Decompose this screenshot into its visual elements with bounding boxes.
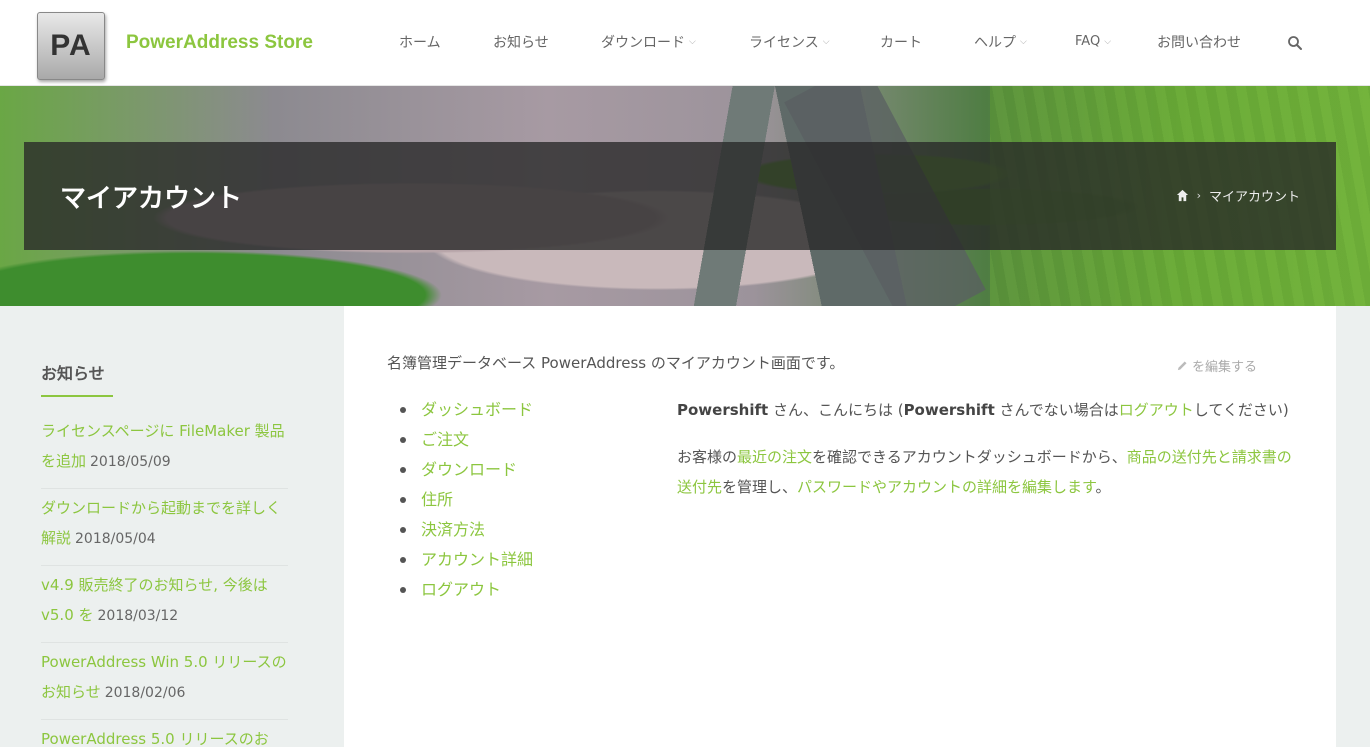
chevron-down-icon: ⌵ — [822, 37, 830, 47]
right-gutter — [1336, 306, 1370, 747]
hero-title-bar: マイアカウント › マイアカウント — [24, 142, 1336, 250]
nav-item-help[interactable]: ヘルプ ⌵ — [974, 32, 1027, 52]
main-nav: ホーム お知らせ ダウンロード ⌵ ライセンス ⌵ カート ヘルプ ⌵ FAQ ⌵ お問… — [0, 0, 1370, 86]
main-content: 名簿管理データベース PowerAddress のマイアカウント画面です。 を編… — [344, 306, 1336, 747]
account-nav-item: ログアウト — [400, 575, 533, 605]
news-item: ライセンスページに FileMaker 製品を追加 2018/05/09 — [41, 412, 288, 489]
breadcrumb: › マイアカウント — [1176, 186, 1300, 205]
sidebar: お知らせ ライセンスページに FileMaker 製品を追加 2018/05/09… — [0, 306, 344, 747]
account-nav-item: 住所 — [400, 485, 533, 515]
bullet-icon — [400, 587, 406, 593]
nav-label: お知らせ — [493, 35, 549, 51]
nav-item-contact[interactable]: お問い合わせ — [1157, 32, 1241, 52]
breadcrumb-separator: › — [1196, 189, 1201, 202]
edit-link-label: を編集する — [1192, 360, 1258, 375]
nav-label: ホーム — [399, 35, 441, 51]
breadcrumb-current: マイアカウント — [1208, 190, 1300, 205]
account-nav-item: ダウンロード — [400, 455, 533, 485]
nav-label: カート — [880, 35, 922, 51]
account-dashboard-content: Powershift さん、こんにちは (Powershift さんでない場合は… — [677, 395, 1297, 519]
chevron-down-icon: ⌵ — [689, 37, 696, 47]
nav-item-cart[interactable]: カート — [880, 32, 922, 52]
account-nav-downloads[interactable]: ダウンロード — [421, 455, 517, 485]
news-item: PowerAddress Win 5.0 リリースのお知らせ 2018/02/06 — [41, 643, 288, 720]
home-icon[interactable] — [1176, 189, 1189, 202]
nav-label: FAQ — [1075, 34, 1101, 49]
news-date: 2018/05/09 — [90, 454, 171, 470]
account-nav-addresses[interactable]: 住所 — [421, 485, 453, 515]
bullet-icon — [400, 467, 406, 473]
nav-item-download[interactable]: ダウンロード ⌵ — [601, 32, 696, 52]
account-nav-item: ご注文 — [400, 425, 533, 455]
greeting-text: さん、こんにちは ( — [768, 401, 904, 419]
account-nav-dashboard[interactable]: ダッシュボード — [421, 395, 533, 425]
account-details-link[interactable]: パスワードやアカウントの詳細を編集します — [797, 478, 1096, 496]
news-list: ライセンスページに FileMaker 製品を追加 2018/05/09 ダウンロ… — [41, 412, 288, 747]
news-item: PowerAddress 5.0 リリースのお — [41, 720, 288, 747]
account-nav-item: アカウント詳細 — [400, 545, 533, 575]
account-nav-payment-methods[interactable]: 決済方法 — [421, 515, 485, 545]
widget-title: お知らせ — [41, 364, 105, 383]
widget-title-underline — [41, 395, 113, 397]
news-item: ダウンロードから起動までを詳しく解説 2018/05/04 — [41, 489, 288, 566]
dashboard-text: お客様の — [677, 448, 738, 466]
chevron-down-icon: ⌵ — [1104, 36, 1112, 47]
greeting-paragraph: Powershift さん、こんにちは (Powershift さんでない場合は… — [677, 395, 1297, 425]
edit-page-link[interactable]: を編集する — [1177, 356, 1257, 375]
pencil-icon — [1177, 361, 1187, 371]
username: Powershift — [903, 401, 995, 419]
dashboard-paragraph: お客様の最近の注文を確認できるアカウントダッシュボードから、商品の送付先と請求書… — [677, 442, 1297, 502]
news-date: 2018/02/06 — [104, 685, 186, 701]
news-date: 2018/03/12 — [97, 608, 179, 624]
dashboard-text: 。 — [1095, 478, 1111, 496]
dashboard-text: を確認できるアカウントダッシュボードから、 — [812, 448, 1127, 466]
intro-text: 名簿管理データベース PowerAddress のマイアカウント画面です。 — [387, 354, 845, 372]
account-nav-item: ダッシュボード — [400, 395, 533, 425]
page-hero-banner: マイアカウント › マイアカウント — [0, 86, 1370, 306]
bullet-icon — [400, 527, 406, 533]
recent-orders-link[interactable]: 最近の注文 — [737, 448, 812, 466]
logout-link[interactable]: ログアウト — [1119, 401, 1194, 419]
greeting-text: さんでない場合は — [994, 401, 1119, 419]
nav-label: ヘルプ — [974, 35, 1016, 51]
bullet-icon — [400, 437, 406, 443]
greeting-text: してください) — [1193, 401, 1289, 419]
account-nav-account-details[interactable]: アカウント詳細 — [421, 545, 533, 575]
account-nav-orders[interactable]: ご注文 — [421, 425, 469, 455]
site-header: PA PowerAddress Store ホーム お知らせ ダウンロード ⌵ ラ… — [0, 0, 1370, 86]
bullet-icon — [400, 557, 406, 563]
account-navigation: ダッシュボード ご注文 ダウンロード 住所 決済方法 アカウント詳細 ログアウト — [400, 395, 533, 605]
page-title: マイアカウント — [60, 184, 243, 214]
chevron-down-icon: ⌵ — [1020, 37, 1027, 47]
nav-item-faq[interactable]: FAQ ⌵ — [1075, 34, 1111, 49]
nav-label: お問い合わせ — [1157, 35, 1241, 51]
news-date: 2018/05/04 — [75, 531, 156, 547]
nav-item-license[interactable]: ライセンス ⌵ — [749, 32, 830, 52]
news-link[interactable]: PowerAddress 5.0 リリースのお — [41, 730, 269, 747]
nav-item-news[interactable]: お知らせ — [493, 32, 549, 52]
bullet-icon — [400, 407, 406, 413]
nav-item-home[interactable]: ホーム — [399, 32, 441, 52]
search-icon[interactable] — [1287, 35, 1303, 51]
account-nav-logout[interactable]: ログアウト — [421, 575, 501, 605]
news-item: v4.9 販売終了のお知らせ, 今後は v5.0 を 2018/03/12 — [41, 566, 288, 643]
account-nav-item: 決済方法 — [400, 515, 533, 545]
nav-label: ライセンス — [749, 35, 819, 51]
bullet-icon — [400, 497, 406, 503]
dashboard-text: を管理し、 — [722, 478, 798, 496]
nav-label: ダウンロード — [601, 35, 685, 51]
username: Powershift — [677, 401, 769, 419]
